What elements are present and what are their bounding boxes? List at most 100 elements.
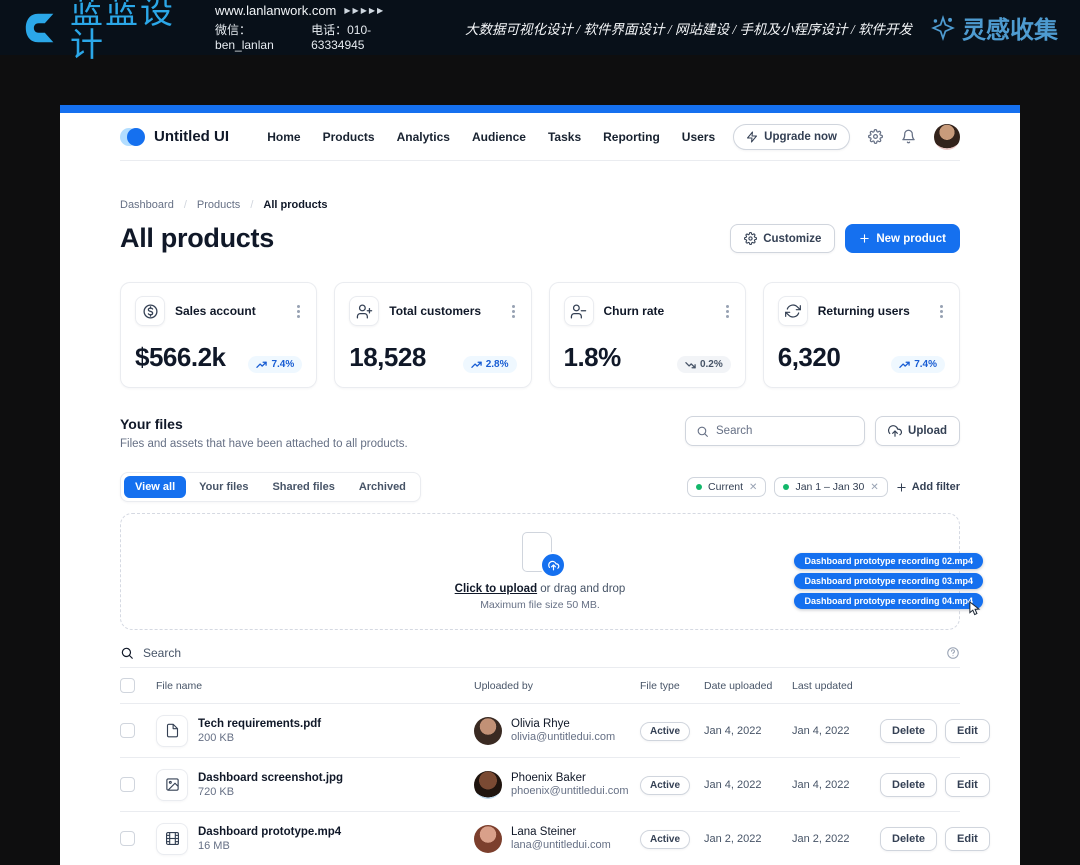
refresh-icon: [778, 296, 808, 326]
trend-up-icon: [256, 361, 267, 369]
trend-value: 0.2%: [700, 359, 723, 370]
table-header: File name Uploaded by File type Date upl…: [120, 668, 960, 704]
brand-logo-icon: [120, 128, 146, 146]
breadcrumb-products[interactable]: Products: [197, 199, 240, 211]
user-avatar[interactable]: [934, 124, 960, 150]
tab-view-all[interactable]: View all: [124, 476, 186, 498]
trend-badge: 2.8%: [463, 356, 517, 373]
wechat-label: 微信：ben_lanlan: [215, 21, 295, 52]
delete-button[interactable]: Delete: [880, 827, 937, 851]
uploader-email: lana@untitledui.com: [511, 839, 611, 851]
user-minus-icon: [564, 296, 594, 326]
files-section-subtitle: Files and assets that have been attached…: [120, 438, 408, 450]
dragged-file-pill[interactable]: Dashboard prototype recording 03.mp4: [794, 573, 983, 589]
uploader-name: Olivia Rhye: [511, 718, 615, 730]
file-name: Tech requirements.pdf: [198, 718, 321, 730]
upgrade-button[interactable]: Upgrade now: [733, 124, 850, 150]
page-title: All products: [120, 223, 274, 254]
row-checkbox[interactable]: [120, 831, 135, 846]
row-checkbox[interactable]: [120, 777, 135, 792]
nav-item-audience[interactable]: Audience: [472, 130, 526, 144]
edit-button[interactable]: Edit: [945, 773, 990, 797]
stat-card-returning-users: Returning users 6,320 7.4%: [763, 282, 960, 388]
lanlan-logo[interactable]: 蓝蓝设计: [22, 0, 183, 61]
inspiration-collect[interactable]: 灵感收集: [930, 10, 1058, 45]
dots-menu-icon[interactable]: [295, 303, 302, 320]
dots-menu-icon[interactable]: [510, 303, 517, 320]
tab-shared-files[interactable]: Shared files: [261, 476, 345, 498]
files-search-input[interactable]: [716, 425, 854, 437]
trend-badge: 7.4%: [248, 356, 302, 373]
close-icon[interactable]: ✕: [749, 482, 757, 493]
breadcrumb-separator: /: [184, 199, 187, 211]
upload-dropzone[interactable]: Click to upload or drag and drop Maximum…: [120, 513, 960, 630]
edit-button[interactable]: Edit: [945, 827, 990, 851]
table-row: Tech requirements.pdf 200 KB Olivia Rhye…: [120, 704, 960, 758]
upload-cloud-badge-icon: [540, 552, 566, 578]
edit-button[interactable]: Edit: [945, 719, 990, 743]
stat-value: $566.2k: [135, 342, 225, 373]
new-product-button[interactable]: New product: [845, 224, 960, 253]
uploader-email: phoenix@untitledui.com: [511, 785, 629, 797]
plus-icon: [896, 482, 907, 493]
brand-name: Untitled UI: [154, 128, 229, 145]
mouse-cursor-icon: [968, 601, 981, 616]
filter-chip-date-range[interactable]: Jan 1 – Jan 30 ✕: [774, 477, 887, 497]
upload-label: Upload: [908, 425, 947, 437]
tab-your-files[interactable]: Your files: [188, 476, 259, 498]
nav-item-products[interactable]: Products: [323, 130, 375, 144]
uploader-avatar: [474, 825, 502, 853]
brand-logo[interactable]: Untitled UI: [120, 128, 229, 146]
file-size: 200 KB: [198, 732, 321, 744]
table-search-input[interactable]: [143, 646, 937, 660]
click-to-upload-link[interactable]: Click to upload: [455, 583, 537, 595]
dots-menu-icon[interactable]: [938, 303, 945, 320]
file-image-icon: [156, 769, 188, 801]
user-plus-icon: [349, 296, 379, 326]
nav-item-users[interactable]: Users: [682, 130, 715, 144]
table-row: Dashboard prototype.mp4 16 MB Lana Stein…: [120, 812, 960, 865]
row-checkbox[interactable]: [120, 723, 135, 738]
add-filter-button[interactable]: Add filter: [896, 481, 960, 493]
stat-card-sales-account: Sales account $566.2k 7.4%: [120, 282, 317, 388]
nav-item-tasks[interactable]: Tasks: [548, 130, 581, 144]
filter-chip-label: Jan 1 – Jan 30: [795, 481, 864, 493]
max-size-hint: Maximum file size 50 MB.: [480, 599, 600, 611]
uploader-name: Lana Steiner: [511, 826, 611, 838]
col-uploaded-by: Uploaded by: [474, 680, 640, 692]
arrows-decoration: ▶▶▶▶▶: [344, 6, 385, 15]
tab-archived[interactable]: Archived: [348, 476, 417, 498]
notifications-bell-icon[interactable]: [901, 129, 916, 144]
dots-menu-icon[interactable]: [724, 303, 731, 320]
trend-value: 7.4%: [271, 359, 294, 370]
dragged-file-pill[interactable]: Dashboard prototype recording 02.mp4: [794, 553, 983, 569]
upload-cloud-icon: [888, 424, 902, 438]
uploader-email: olivia@untitledui.com: [511, 731, 615, 743]
file-video-icon: [156, 823, 188, 855]
nav-item-home[interactable]: Home: [267, 130, 300, 144]
last-updated: Jan 2, 2022: [792, 833, 880, 845]
dragged-file-pill[interactable]: Dashboard prototype recording 04.mp4: [794, 593, 983, 609]
breadcrumb: Dashboard / Products / All products: [120, 199, 960, 211]
filter-chip-current[interactable]: Current ✕: [687, 477, 766, 497]
files-search[interactable]: [685, 416, 865, 446]
breadcrumb-dashboard[interactable]: Dashboard: [120, 199, 174, 211]
trend-badge: 0.2%: [677, 356, 731, 373]
upload-button[interactable]: Upload: [875, 416, 960, 446]
delete-button[interactable]: Delete: [880, 773, 937, 797]
nav-item-reporting[interactable]: Reporting: [603, 130, 660, 144]
website-link[interactable]: www.lanlanwork.com: [215, 3, 336, 18]
col-date-uploaded: Date uploaded: [704, 680, 792, 692]
help-circle-icon[interactable]: [946, 646, 960, 660]
delete-button[interactable]: Delete: [880, 719, 937, 743]
select-all-checkbox[interactable]: [120, 678, 135, 693]
trend-up-icon: [471, 361, 482, 369]
nav-item-analytics[interactable]: Analytics: [397, 130, 450, 144]
gear-icon: [744, 232, 757, 245]
uploader-name: Phoenix Baker: [511, 772, 629, 784]
table-search[interactable]: [120, 638, 960, 668]
page-background: Untitled UI Home Products Analytics Audi…: [0, 55, 1080, 865]
settings-gear-icon[interactable]: [868, 129, 883, 144]
customize-button[interactable]: Customize: [730, 224, 835, 253]
close-icon[interactable]: ✕: [870, 482, 878, 493]
